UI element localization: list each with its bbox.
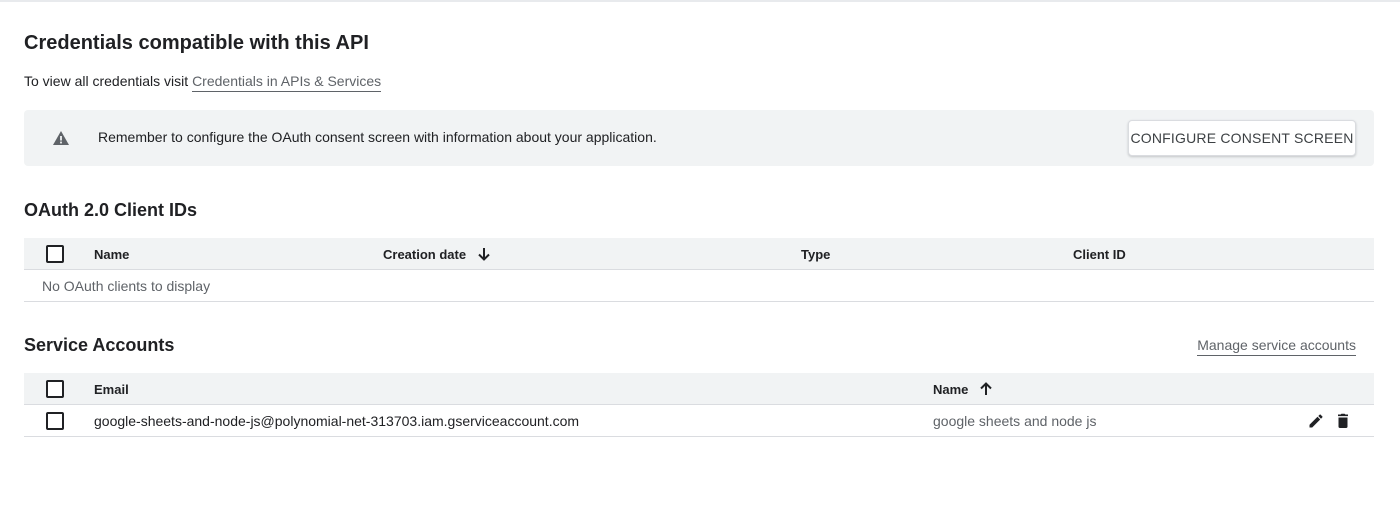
manage-service-accounts-link[interactable]: Manage service accounts: [1197, 337, 1356, 356]
oauth-table-header: Name Creation date Type Client ID: [24, 238, 1374, 270]
consent-banner: Remember to configure the OAuth consent …: [24, 110, 1374, 166]
sa-col-email[interactable]: Email: [94, 373, 129, 405]
subtitle-text: To view all credentials visit: [24, 73, 189, 89]
sa-col-name-label: Name: [933, 381, 969, 397]
banner-message: Remember to configure the OAuth consent …: [98, 129, 657, 145]
sa-col-name[interactable]: Name: [933, 373, 994, 405]
warning-icon: [53, 131, 69, 145]
service-account-email[interactable]: google-sheets-and-node-js@polynomial-net…: [94, 405, 579, 437]
credentials-page: Credentials compatible with this API To …: [0, 0, 1400, 522]
oauth-clients-table: Name Creation date Type Client ID No OAu…: [24, 238, 1374, 302]
oauth-col-creation-date-label: Creation date: [383, 246, 467, 262]
oauth-col-client-id[interactable]: Client ID: [1073, 238, 1126, 270]
delete-icon[interactable]: [1334, 412, 1352, 430]
oauth-empty-row: No OAuth clients to display: [24, 270, 1374, 302]
service-accounts-table: Email Name google-sheets-and-node-js@pol…: [24, 373, 1374, 437]
oauth-col-type[interactable]: Type: [801, 238, 830, 270]
service-account-name: google sheets and node js: [933, 413, 1097, 429]
arrow-downward-icon: [478, 248, 490, 261]
oauth-section-title: OAuth 2.0 Client IDs: [24, 200, 198, 220]
oauth-empty-message: No OAuth clients to display: [42, 278, 211, 294]
page-title: Credentials compatible with this API: [24, 32, 369, 54]
oauth-col-creation-date[interactable]: Creation date: [383, 238, 492, 270]
service-accounts-select-all-checkbox[interactable]: [46, 380, 64, 398]
edit-icon[interactable]: [1307, 412, 1325, 430]
service-accounts-title: Service Accounts: [24, 335, 175, 355]
configure-consent-screen-button[interactable]: CONFIGURE CONSENT SCREEN: [1128, 120, 1356, 156]
oauth-col-name[interactable]: Name: [94, 238, 129, 270]
row-checkbox[interactable]: [46, 412, 64, 430]
credentials-link[interactable]: Credentials in APIs & Services: [192, 73, 382, 92]
table-row[interactable]: google-sheets-and-node-js@polynomial-net…: [24, 405, 1374, 437]
credentials-subtitle: To view all credentials visit Credential…: [24, 73, 382, 92]
arrow-upward-icon: [980, 382, 993, 395]
oauth-select-all-checkbox[interactable]: [46, 245, 64, 263]
service-accounts-table-header: Email Name: [24, 373, 1374, 405]
